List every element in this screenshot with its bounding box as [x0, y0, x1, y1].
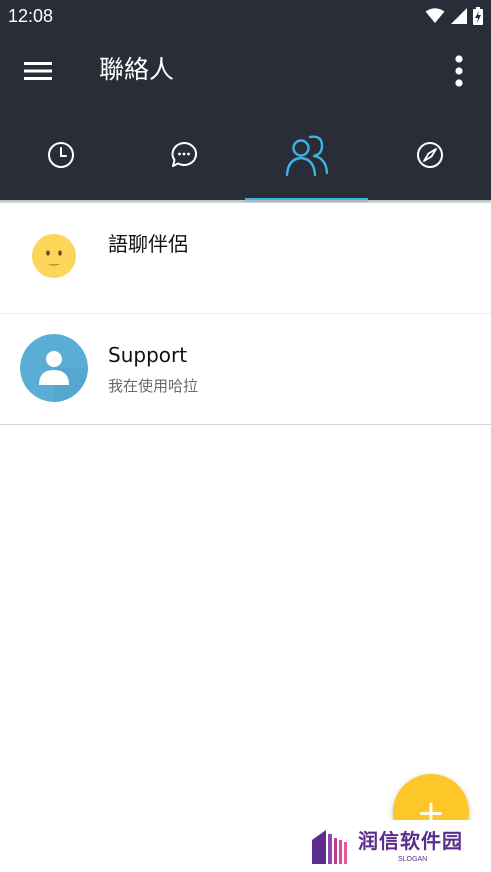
contact-name: 語聊伴侶 — [108, 232, 188, 256]
watermark-slogan: SLOGAN — [398, 856, 428, 863]
app-bar: 聯絡人 — [0, 33, 491, 110]
contacts-screen: 12:08 聯絡人 語聊伴侶 Support 我在使用哈拉 + 润信软件园 SL… — [0, 0, 491, 872]
hamburger-menu-icon — [24, 62, 52, 80]
more-vertical-icon — [455, 55, 463, 87]
chat-bubble-icon — [171, 141, 198, 167]
contact-row[interactable]: 語聊伴侶 — [0, 203, 491, 314]
compass-icon — [416, 142, 443, 168]
overflow-menu-button[interactable] — [449, 51, 469, 91]
avatar — [20, 222, 88, 290]
clock-icon — [48, 142, 75, 168]
tab-bar — [0, 110, 491, 200]
page-title: 聯絡人 — [99, 55, 175, 84]
avatar — [20, 334, 88, 402]
tab-contacts[interactable] — [246, 110, 369, 200]
contacts-icon — [285, 135, 329, 177]
person-icon — [20, 334, 88, 402]
contact-name: Support — [108, 343, 188, 367]
status-icons — [425, 6, 483, 26]
watermark: 润信软件园 SLOGAN — [296, 820, 491, 872]
status-bar: 12:08 — [0, 0, 491, 33]
watermark-text: 润信软件园 — [358, 829, 463, 853]
contact-row[interactable]: Support 我在使用哈拉 — [0, 314, 491, 425]
tab-discover[interactable] — [368, 110, 491, 200]
smiley-face-icon — [20, 222, 88, 290]
status-time: 12:08 — [8, 6, 54, 26]
contact-status: 我在使用哈拉 — [108, 377, 199, 395]
signal-icon — [451, 8, 467, 24]
menu-button[interactable] — [16, 51, 60, 91]
battery-charging-icon — [473, 7, 483, 25]
wifi-icon — [425, 8, 445, 23]
watermark-logo-icon — [312, 830, 347, 864]
tab-recent[interactable] — [0, 110, 123, 200]
tab-messages[interactable] — [123, 110, 246, 200]
